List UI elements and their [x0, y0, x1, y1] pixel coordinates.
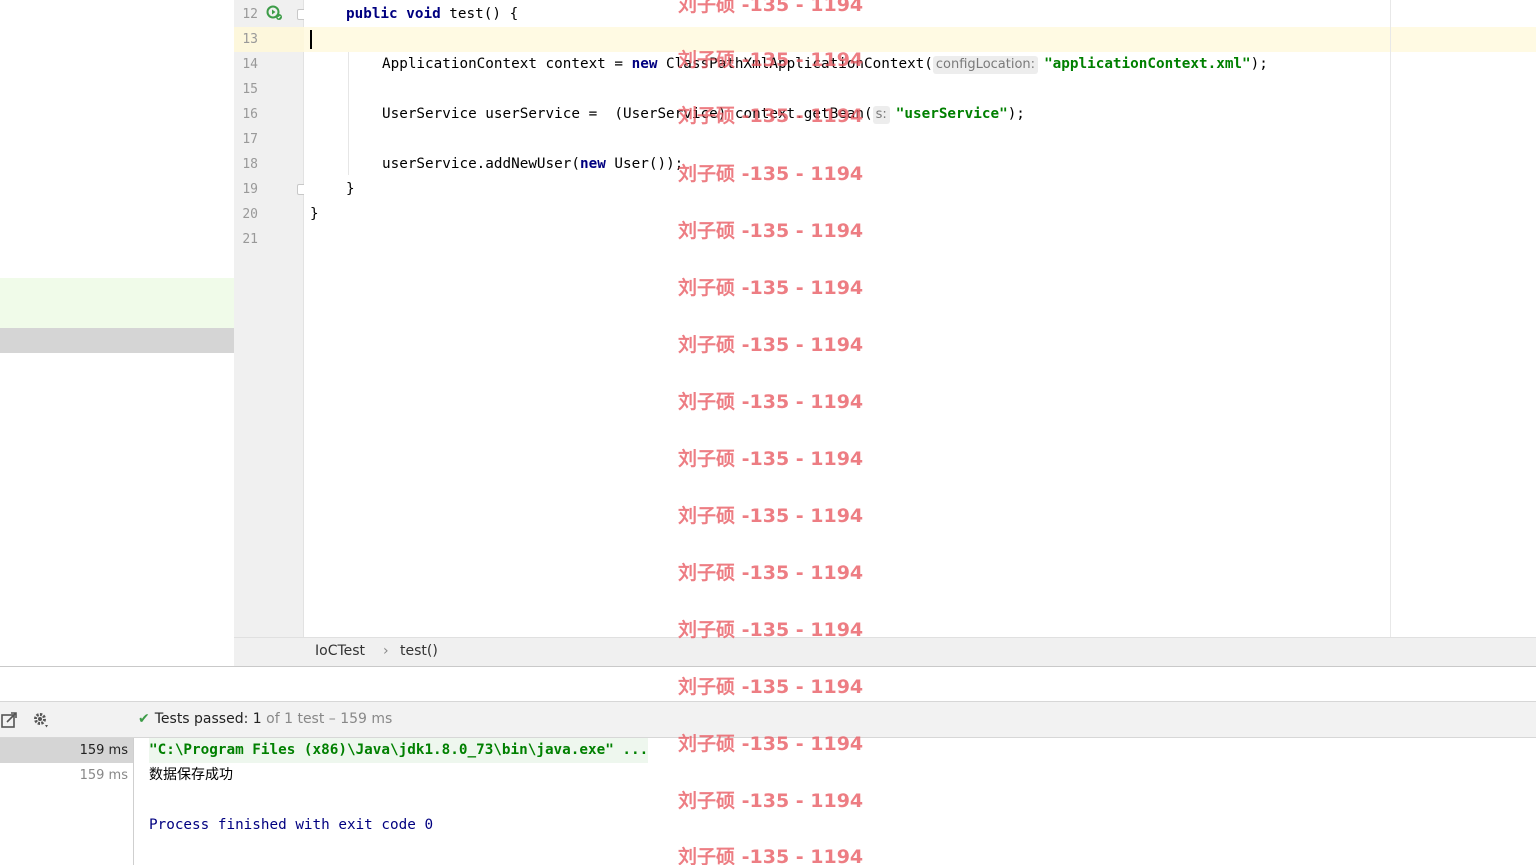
code-text: User()); [605, 156, 684, 172]
watermark-text: 刘子硕 -135 - 1194 [678, 391, 864, 413]
right-margin-guide [1390, 0, 1391, 637]
editor-gutter: 12 13 14 15 16 17 18 19 20 21 [234, 0, 308, 637]
keyword: new [631, 56, 658, 72]
line-number: 15 [242, 82, 258, 97]
line-number: 17 [242, 132, 258, 147]
code-text: ApplicationContext context = [382, 56, 632, 72]
console-command-line[interactable]: "C:\Program Files (x86)\Java\jdk1.8.0_73… [149, 738, 649, 763]
export-icon[interactable] [1, 711, 19, 729]
watermark-text: 刘子硕 -135 - 1194 [678, 277, 864, 299]
code-text: test() { [440, 6, 519, 22]
code-line-20: } [310, 206, 319, 222]
keyword: new [579, 156, 606, 172]
parameter-hint: s: [872, 106, 890, 124]
console-output-line: 数据保存成功 [149, 767, 233, 783]
code-line-18: userService.addNewUser(new User()); [382, 152, 683, 177]
watermark-text: 刘子硕 -135 - 1194 [678, 220, 864, 242]
line-number: 13 [242, 32, 258, 47]
watermark-text: 刘子硕 -135 - 1194 [678, 163, 864, 185]
code-text: ); [1007, 106, 1025, 122]
project-panel [0, 0, 234, 666]
watermark-text: 刘子硕 -135 - 1194 [678, 733, 864, 755]
code-text: userService.addNewUser( [382, 156, 580, 172]
code-text: ); [1250, 56, 1268, 72]
run-test-icon[interactable] [266, 5, 283, 21]
current-line-highlight [304, 27, 1536, 52]
console-exit-line: Process finished with exit code 0 [149, 817, 434, 833]
keyword: public [346, 6, 398, 22]
breadcrumb-method[interactable]: test() [400, 643, 438, 659]
project-tree-highlight[interactable] [0, 278, 234, 328]
gear-icon[interactable] [32, 711, 50, 729]
check-icon: ✔ [138, 711, 150, 727]
breadcrumb-separator: › [383, 643, 389, 659]
line-number: 21 [242, 232, 258, 247]
code-line-19: } [346, 181, 355, 197]
line-number: 20 [242, 207, 258, 222]
watermark-text: 刘子硕 -135 - 1194 [678, 846, 864, 865]
code-editor[interactable]: public void test() { ApplicationContext … [304, 0, 1536, 637]
line-number: 19 [242, 182, 258, 197]
keyword: void [406, 6, 441, 22]
line-number: 14 [242, 57, 258, 72]
watermark-text: 刘子硕 -135 - 1194 [678, 334, 864, 356]
watermark-text: 刘子硕 -135 - 1194 [678, 0, 864, 16]
test-status: ✔ Tests passed: 1 of 1 test – 159 ms [138, 711, 392, 727]
line-number: 18 [242, 157, 258, 172]
test-results-tree: 159 ms 159 ms [0, 738, 134, 865]
project-tree-selected-row[interactable] [0, 328, 234, 353]
status-detail: of 1 test – 159 ms [266, 711, 393, 727]
watermark-text: 刘子硕 -135 - 1194 [678, 105, 864, 127]
code-line-12: public void test() { [346, 2, 518, 27]
watermark-text: 刘子硕 -135 - 1194 [678, 790, 864, 812]
watermark-text: 刘子硕 -135 - 1194 [678, 676, 864, 698]
watermark-text: 刘子硕 -135 - 1194 [678, 619, 864, 641]
watermark-text: 刘子硕 -135 - 1194 [678, 505, 864, 527]
line-number: 16 [242, 107, 258, 122]
breadcrumb: IoCTest › test() [234, 637, 1536, 666]
test-tree-row[interactable]: 159 ms [0, 763, 133, 788]
text-caret [310, 30, 312, 49]
watermark-text: 刘子硕 -135 - 1194 [678, 448, 864, 470]
watermark-text: 刘子硕 -135 - 1194 [678, 49, 864, 71]
line-number: 12 [242, 7, 258, 22]
indent-guide [348, 52, 349, 175]
string-literal: "applicationContext.xml" [1044, 56, 1251, 72]
test-tree-row[interactable]: 159 ms [0, 738, 133, 763]
string-literal: "userService" [895, 106, 1008, 122]
status-label: Tests passed: [154, 711, 249, 727]
watermark-text: 刘子硕 -135 - 1194 [678, 562, 864, 584]
breadcrumb-class[interactable]: IoCTest [315, 643, 365, 659]
passed-count: 1 [252, 711, 262, 727]
parameter-hint: configLocation: [932, 56, 1039, 74]
